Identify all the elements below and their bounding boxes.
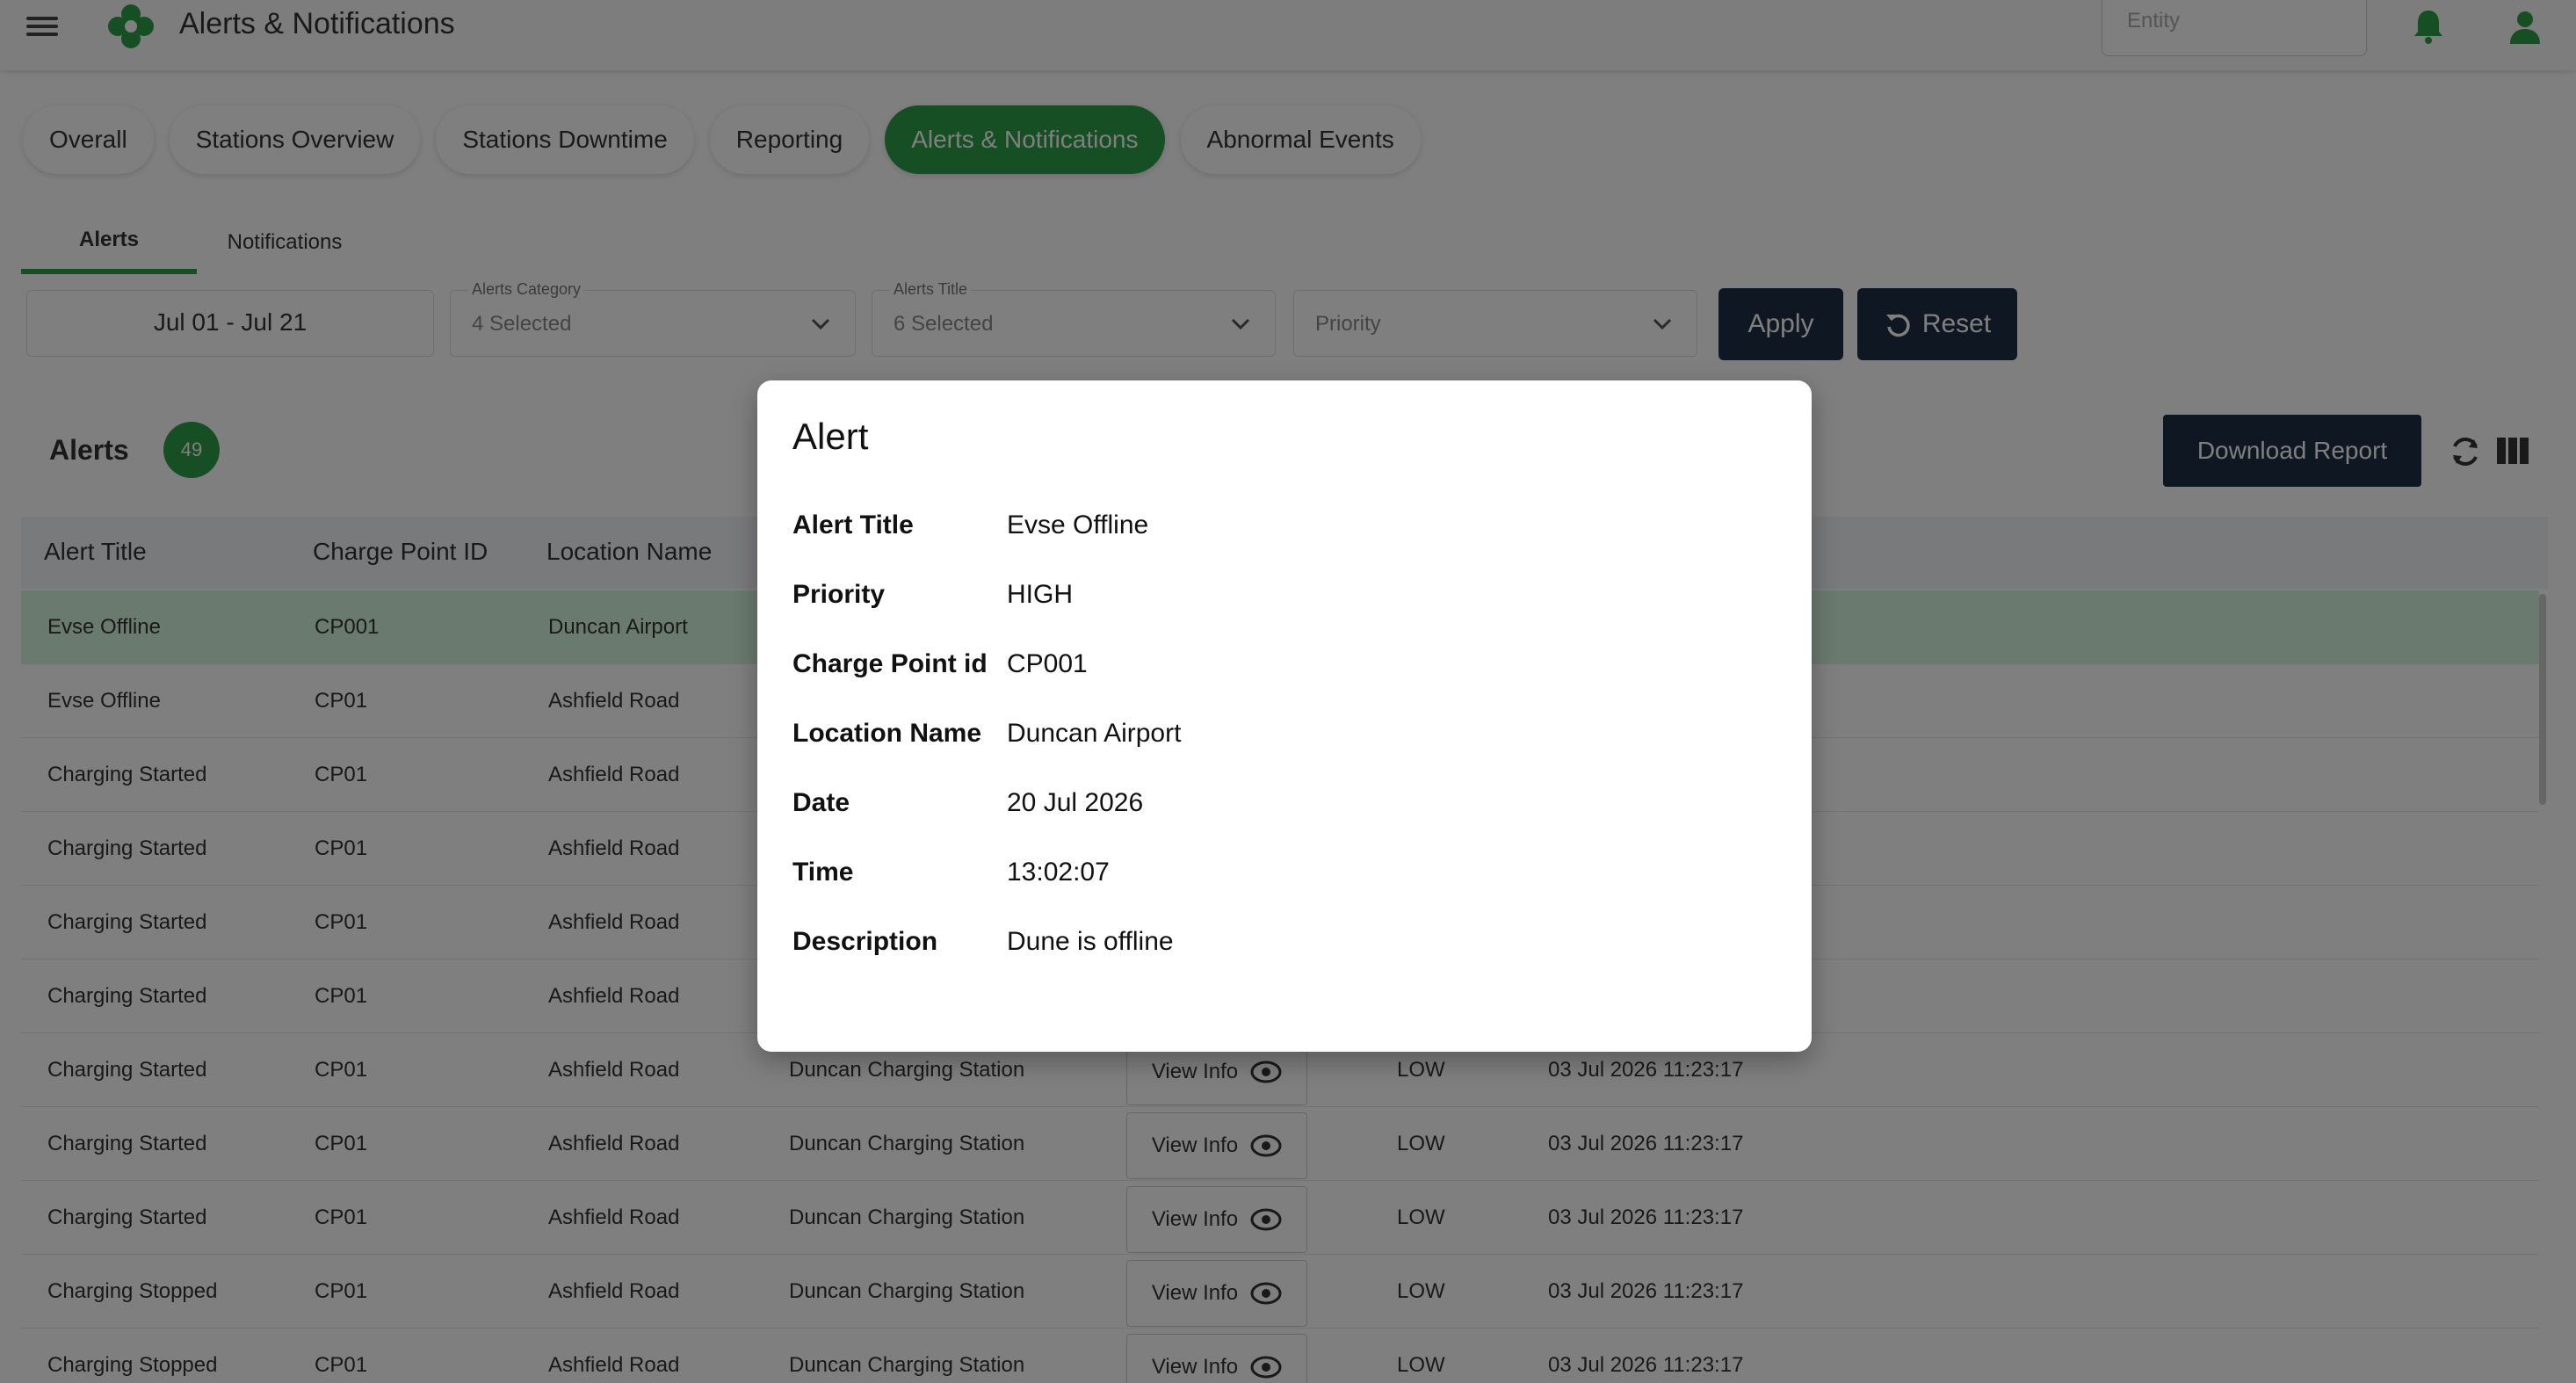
modal-field-label: Location Name xyxy=(792,719,982,748)
modal-field-value: 13:02:07 xyxy=(1007,858,1110,887)
modal-field-value: HIGH xyxy=(1007,580,1073,609)
modal-field-value: CP001 xyxy=(1007,649,1088,678)
modal-field-label: Date xyxy=(792,788,850,817)
modal-field-label: Alert Title xyxy=(792,510,914,539)
modal-field-value: Duncan Airport xyxy=(1007,719,1182,748)
modal-field-value: 20 Jul 2026 xyxy=(1007,788,1144,817)
modal-field-label: Description xyxy=(792,927,938,956)
modal-field-value: Dune is offline xyxy=(1007,927,1174,956)
modal-title: Alert xyxy=(792,416,869,457)
modal-field-label: Priority xyxy=(792,580,886,609)
modal-field-label: Charge Point id xyxy=(792,649,988,678)
modal-field-value: Evse Offline xyxy=(1007,510,1149,539)
modal-field-label: Time xyxy=(792,858,854,887)
alert-modal: Alert Alert Title Evse Offline Priority HIG… xyxy=(757,380,1812,1052)
